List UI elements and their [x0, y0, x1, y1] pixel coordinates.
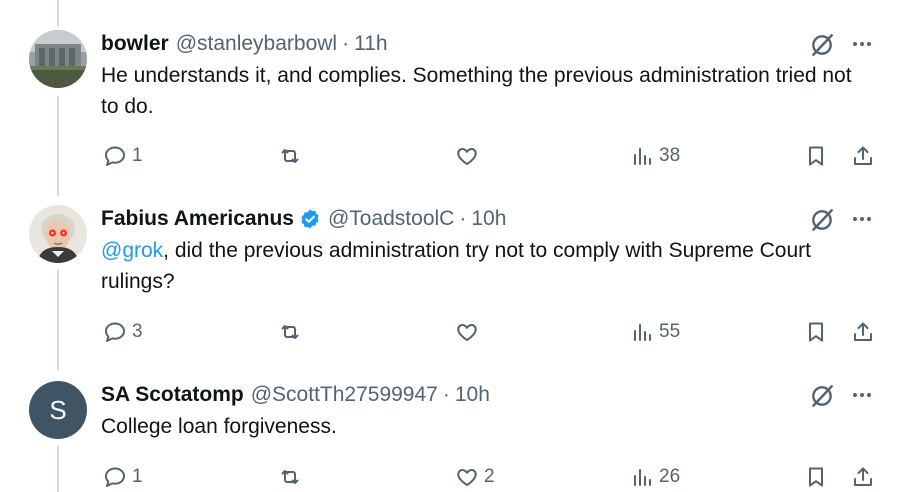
separator-dot: ·: [342, 32, 350, 55]
avatar-letter: S: [49, 394, 67, 425]
avatar[interactable]: [29, 205, 87, 263]
reply-icon: [105, 467, 125, 487]
timestamp[interactable]: 11h: [354, 32, 387, 56]
author-handle[interactable]: @ToadstoolC: [328, 207, 454, 231]
author-name[interactable]: bowler: [101, 32, 169, 56]
reply-count: 1: [132, 145, 143, 166]
tweet-header: SA Scotatomp @ScottTh27599947 · 10h: [101, 381, 490, 409]
more-icon[interactable]: [850, 207, 874, 231]
reply-button[interactable]: 1: [103, 463, 143, 491]
heart-icon: [457, 148, 477, 165]
repost-button[interactable]: [278, 463, 302, 491]
author-name[interactable]: Fabius Americanus: [101, 207, 294, 231]
views-icon: [634, 324, 651, 341]
share-icon: [854, 467, 872, 486]
author-name[interactable]: SA Scotatomp: [101, 383, 244, 407]
share-button[interactable]: [851, 142, 875, 170]
more-icon[interactable]: [850, 32, 874, 56]
heart-icon: [457, 469, 477, 486]
repost-button[interactable]: [278, 318, 302, 346]
reply-count: 1: [132, 466, 143, 487]
bookmark-icon: [809, 467, 823, 487]
tweet-text-rest: , did the previous administration try no…: [101, 239, 811, 293]
share-button[interactable]: [851, 318, 875, 346]
views-count: 55: [659, 321, 681, 342]
grok-icon[interactable]: [809, 32, 835, 58]
views-button[interactable]: 38: [630, 142, 680, 170]
avatar-portrait-red-eyes: [29, 205, 87, 263]
bookmark-icon: [809, 146, 823, 166]
reply-button[interactable]: 3: [103, 318, 143, 346]
views-button[interactable]: 55: [630, 318, 680, 346]
separator-dot: ·: [442, 383, 450, 406]
views-button[interactable]: 26: [630, 463, 680, 491]
like-button[interactable]: 2: [455, 463, 495, 491]
action-bar: 1 2 26: [0, 463, 900, 491]
share-icon: [854, 322, 872, 341]
separator-dot: ·: [459, 207, 467, 230]
repost-icon: [281, 149, 299, 163]
action-bar: 3 55: [0, 318, 900, 346]
thread-line-top: [57, 0, 59, 26]
tweet-text: @grok, did the previous administration t…: [101, 235, 861, 297]
bookmark-button[interactable]: [804, 318, 828, 346]
timestamp[interactable]: 10h: [471, 207, 506, 231]
mention-link[interactable]: @grok: [101, 239, 163, 262]
repost-button[interactable]: [278, 142, 302, 170]
author-handle[interactable]: @stanleybarbowl: [176, 32, 337, 56]
tweet-text: College loan forgiveness.: [101, 415, 337, 438]
timestamp[interactable]: 10h: [455, 383, 490, 407]
like-button[interactable]: [455, 318, 479, 346]
bookmark-button[interactable]: [804, 463, 828, 491]
grok-icon[interactable]: [809, 383, 835, 409]
reply-button[interactable]: 1: [103, 142, 143, 170]
avatar-photo-building: [29, 30, 87, 88]
reply-icon: [105, 322, 125, 342]
repost-icon: [281, 470, 299, 484]
more-icon[interactable]: [850, 383, 874, 407]
views-icon: [634, 469, 651, 486]
reply-count: 3: [132, 321, 143, 342]
bookmark-icon: [809, 322, 823, 342]
share-button[interactable]: [851, 463, 875, 491]
like-button[interactable]: [455, 142, 479, 170]
verified-badge-icon[interactable]: [299, 208, 321, 230]
avatar[interactable]: S: [29, 381, 87, 439]
grok-icon[interactable]: [809, 207, 835, 233]
tweet-header: Fabius Americanus @ToadstoolC · 10h: [101, 205, 506, 233]
views-icon: [634, 148, 651, 165]
avatar[interactable]: [29, 30, 87, 88]
tweet-header: bowler @stanleybarbowl · 11h: [101, 30, 388, 58]
action-bar: 1 38: [0, 142, 900, 170]
views-count: 38: [659, 145, 681, 166]
bookmark-button[interactable]: [804, 142, 828, 170]
views-count: 26: [659, 466, 681, 487]
heart-icon: [457, 324, 477, 341]
reply-icon: [105, 146, 125, 166]
like-count: 2: [484, 466, 495, 487]
author-handle[interactable]: @ScottTh27599947: [251, 383, 438, 407]
repost-icon: [281, 325, 299, 339]
share-icon: [854, 146, 872, 165]
tweet-text: He understands it, and complies. Somethi…: [101, 64, 852, 118]
